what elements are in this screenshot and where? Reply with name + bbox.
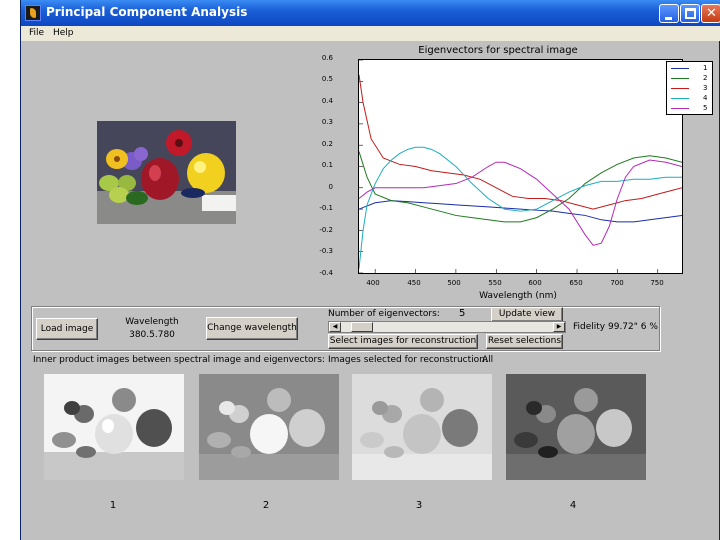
image-number-label: 4 (569, 500, 577, 511)
update-view-button[interactable]: Update view (491, 307, 563, 322)
x-tick-label: 550 (488, 279, 502, 287)
legend-swatch (671, 68, 689, 69)
legend-label: 3 (703, 84, 708, 92)
num-eigenvectors-value: 5 (459, 308, 466, 319)
slider-thumb[interactable] (350, 322, 373, 332)
slider-right-arrow-icon[interactable]: ▶ (553, 322, 565, 332)
maximize-button[interactable] (680, 4, 700, 23)
wavelength-label: Wavelength (125, 317, 179, 327)
inner-product-image-1[interactable] (44, 374, 184, 480)
inner-product-caption: Inner product images between spectral im… (33, 355, 325, 365)
legend-entry: 4 (667, 93, 714, 103)
x-tick-label: 450 (407, 279, 421, 287)
legend-label: 1 (703, 64, 708, 72)
image-number-label: 3 (415, 500, 423, 511)
plot-legend[interactable]: 1 2 3 4 5 (666, 61, 713, 115)
title-bar[interactable]: Principal Component Analysis ✕ (21, 0, 720, 26)
selected-images-value: All (482, 355, 494, 365)
fidelity-readout: Fidelity 99.72" 6 % (573, 322, 658, 332)
inner-product-image-2[interactable] (199, 374, 339, 480)
wavelength-value: 380.5.780 (129, 330, 175, 340)
x-tick-label: 500 (447, 279, 461, 287)
minimize-icon (665, 17, 672, 20)
y-tick-label: 0.4 (321, 97, 333, 105)
x-tick-label: 650 (569, 279, 583, 287)
load-image-button[interactable]: Load image (36, 318, 98, 340)
y-tick-label: -0.2 (319, 226, 333, 234)
menu-help[interactable]: Help (53, 28, 74, 38)
y-tick-label: 0.3 (321, 118, 333, 126)
x-axis-label: Wavelength (nm) (479, 291, 557, 301)
y-tick-label: 0.1 (321, 161, 333, 169)
x-tick-label: 700 (610, 279, 624, 287)
x-tick-label: 600 (528, 279, 542, 287)
close-button[interactable]: ✕ (701, 4, 720, 23)
y-tick-label: 0.5 (321, 75, 333, 83)
matlab-app-icon (25, 5, 41, 21)
legend-swatch (671, 98, 689, 99)
y-tick-label: 0 (328, 183, 333, 191)
legend-swatch (671, 78, 689, 79)
legend-entry: 2 (667, 73, 714, 83)
legend-entry: 1 (667, 63, 714, 73)
reset-selections-button[interactable]: Reset selections (486, 334, 563, 349)
selected-images-caption: Images selected for reconstruction: (328, 355, 488, 365)
y-tick-label: 0.6 (321, 54, 333, 62)
spectral-image-thumbnail (97, 121, 236, 224)
inner-product-image-3[interactable] (352, 374, 492, 480)
change-wavelength-button[interactable]: Change wavelength (206, 317, 298, 340)
plot-title: Eigenvectors for spectral image (418, 45, 578, 56)
y-tick-label: -0.3 (319, 247, 333, 255)
close-icon: ✕ (706, 6, 717, 21)
num-eigenvectors-label: Number of eigenvectors: (328, 309, 440, 319)
select-images-button[interactable]: Select images for reconstruction (328, 334, 478, 349)
legend-label: 2 (703, 74, 708, 82)
app-window: Principal Component Analysis ✕ File Help… (20, 0, 720, 540)
window-title: Principal Component Analysis (46, 5, 248, 19)
y-tick-label: 0.2 (321, 140, 333, 148)
slider-left-arrow-icon[interactable]: ◀ (329, 322, 341, 332)
legend-entry: 3 (667, 83, 714, 93)
legend-entry: 5 (667, 103, 714, 113)
inner-product-image-4[interactable] (506, 374, 646, 480)
eigenvector-series-line (359, 74, 682, 210)
legend-label: 5 (703, 104, 708, 112)
eigenvector-plot[interactable] (358, 59, 683, 274)
legend-swatch (671, 88, 689, 89)
legend-swatch (671, 108, 689, 109)
legend-label: 4 (703, 94, 708, 102)
maximize-icon (685, 8, 696, 19)
image-number-label: 1 (109, 500, 117, 511)
x-tick-label: 400 (366, 279, 380, 287)
y-tick-label: -0.1 (319, 204, 333, 212)
image-number-label: 2 (262, 500, 270, 511)
y-tick-label: -0.4 (319, 269, 333, 277)
minimize-button[interactable] (659, 4, 679, 23)
x-tick-label: 750 (650, 279, 664, 287)
eigenvector-slider[interactable]: ◀ ▶ (328, 321, 566, 333)
menu-bar: File Help (21, 26, 720, 41)
menu-file[interactable]: File (29, 28, 44, 38)
